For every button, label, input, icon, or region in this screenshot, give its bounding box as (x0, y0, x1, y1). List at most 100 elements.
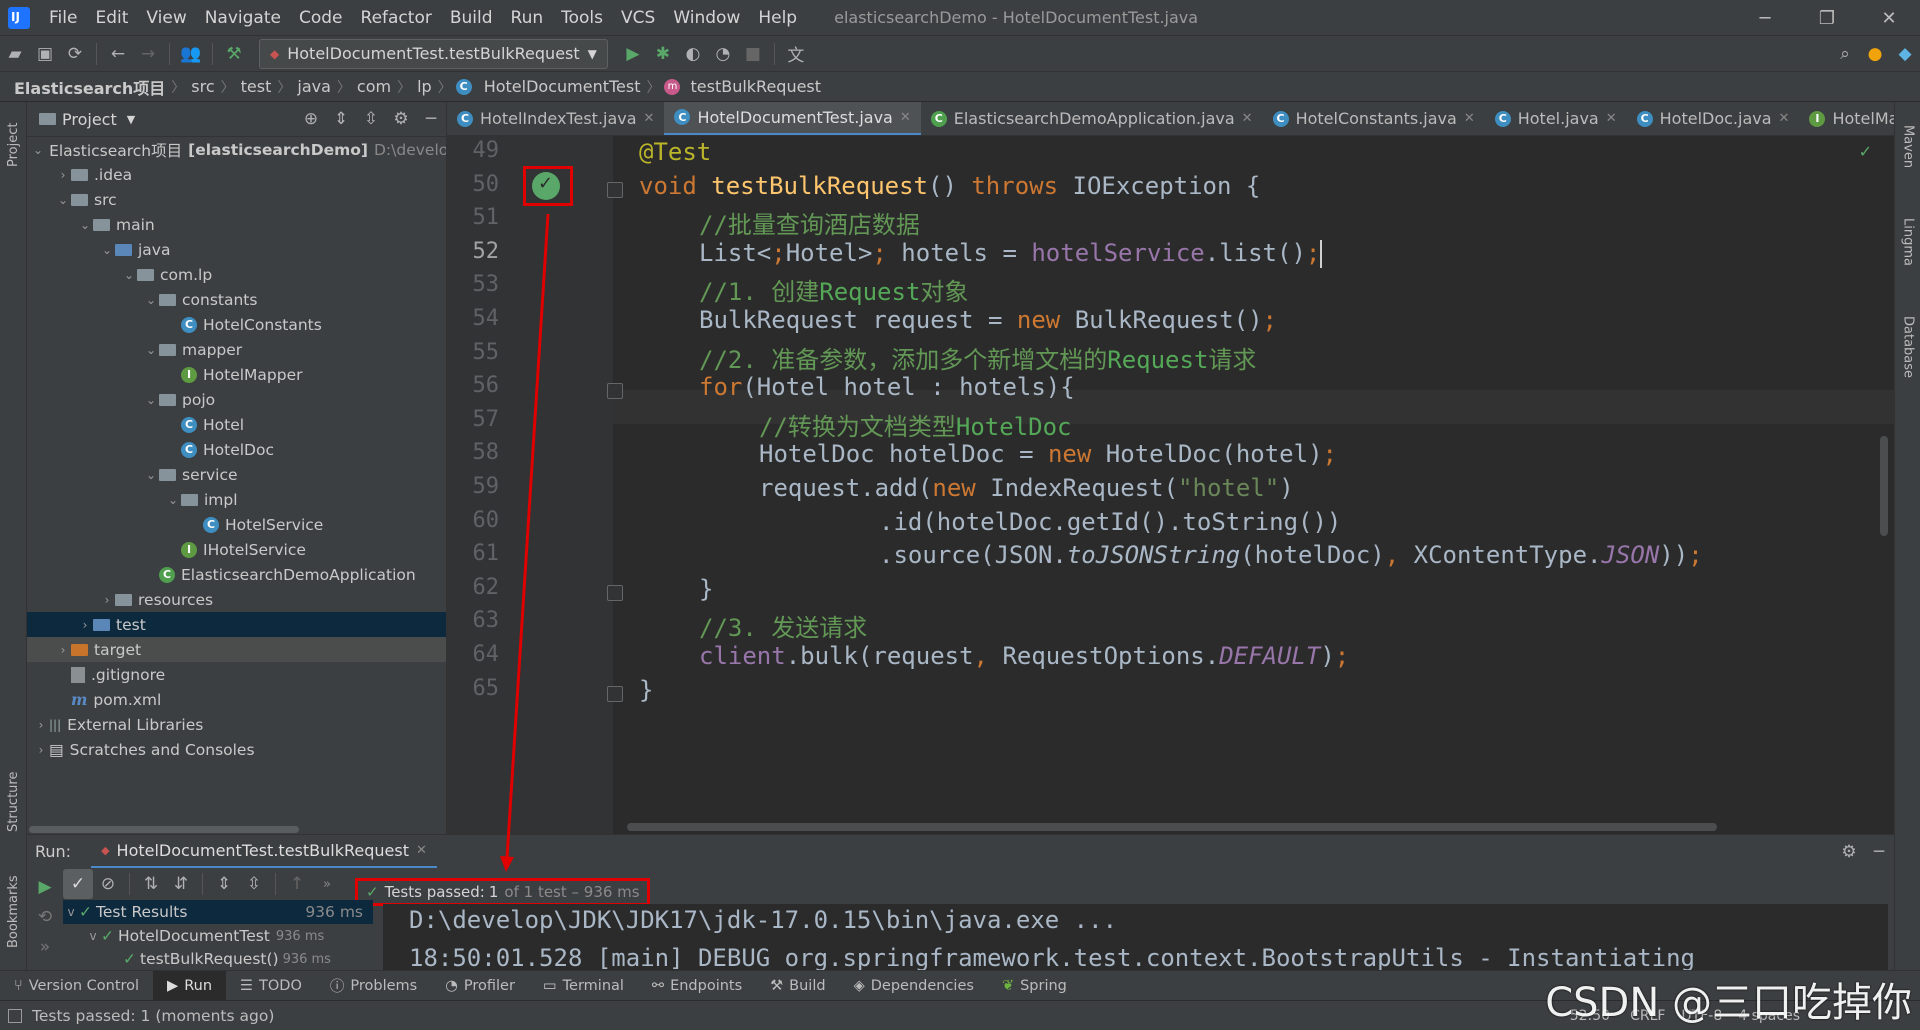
sort-alpha-icon[interactable]: ⇅ (136, 869, 166, 899)
structure-tool-tab[interactable]: Structure (0, 762, 27, 842)
expand-all-icon[interactable]: ⇕ (209, 869, 239, 899)
tree-item[interactable]: › resources (27, 587, 446, 612)
expand-arrow-icon[interactable]: › (99, 593, 115, 607)
tree-item[interactable]: › .idea (27, 162, 446, 187)
spring-tool[interactable]: ❦ Spring (988, 971, 1081, 1001)
crumb-method[interactable]: testBulkRequest (684, 77, 827, 96)
open-folder-icon[interactable]: ▰ (0, 39, 30, 69)
test-result-row[interactable]: v ✓ Test Results 936 ms (63, 900, 373, 924)
bookmarks-tool-tab[interactable]: Bookmarks (0, 867, 27, 957)
project-scrollbar[interactable] (27, 824, 446, 834)
close-tab-icon[interactable]: ✕ (416, 843, 427, 858)
sync-icon[interactable]: ⟳ (60, 39, 90, 69)
profiler-tool[interactable]: ◔ Profiler (431, 971, 529, 1001)
minimize-icon[interactable]: ─ (1734, 0, 1796, 36)
inspection-ok-icon[interactable]: ✓ (1859, 142, 1872, 161)
maven-tool-tab[interactable]: Maven (1895, 112, 1920, 182)
hammer-icon[interactable]: ⚒ (219, 39, 249, 69)
prev-failed-icon[interactable]: ↑ (282, 869, 312, 899)
rerun-icon[interactable]: ▶ (30, 872, 60, 902)
close-tab-icon[interactable]: ✕ (1606, 111, 1617, 126)
expand-arrow-icon[interactable]: › (55, 168, 71, 182)
tree-item[interactable]: C HotelDoc (27, 437, 446, 462)
menu-window[interactable]: Window (664, 0, 749, 36)
debug-icon[interactable]: ✱ (648, 39, 678, 69)
database-tool-tab[interactable]: Database (1895, 302, 1920, 392)
tree-item[interactable]: ⌄ java (27, 237, 446, 262)
build-tool[interactable]: ⚒ Build (756, 971, 839, 1001)
run-tool[interactable]: ▶ Run (153, 970, 227, 1001)
lingma-tool-tab[interactable]: Lingma (1895, 202, 1920, 282)
crumb-com[interactable]: com (351, 77, 397, 96)
show-passed-icon[interactable]: ✓ (63, 869, 93, 899)
collapse-all-icon[interactable]: ⇳ (239, 869, 269, 899)
save-icon[interactable]: ▣ (30, 39, 60, 69)
crumb-src[interactable]: src (185, 77, 220, 96)
test-result-row[interactable]: ✓ testBulkRequest() 936 ms (63, 948, 373, 970)
expand-arrow-icon[interactable]: ⌄ (165, 493, 181, 507)
tab-hotel-constants[interactable]: C HotelConstants.java ✕ (1263, 102, 1485, 135)
menu-run[interactable]: Run (502, 0, 553, 36)
expand-all-icon[interactable]: ⇕ (326, 104, 356, 134)
menu-help[interactable]: Help (749, 0, 806, 36)
tree-item[interactable]: C HotelService (27, 512, 446, 537)
tree-item[interactable]: C Hotel (27, 412, 446, 437)
menu-tools[interactable]: Tools (552, 0, 612, 36)
run-tab[interactable]: ◆ HotelDocumentTest.testBulkRequest ✕ (91, 835, 437, 869)
run-config-selector[interactable]: ◆ HotelDocumentTest.testBulkRequest ▼ (259, 38, 608, 69)
update-icon[interactable]: ● (1860, 39, 1890, 69)
tab-elasticsearch-demo-application[interactable]: C ElasticsearchDemoApplication.java ✕ (921, 102, 1263, 135)
menu-navigate[interactable]: Navigate (196, 0, 290, 36)
expand-arrow-icon[interactable]: ⌄ (33, 143, 43, 157)
tree-item[interactable]: m pom.xml (27, 687, 446, 712)
close-tab-icon[interactable]: ✕ (1464, 111, 1475, 126)
expand-arrow-icon[interactable]: › (33, 743, 49, 757)
user-icon[interactable]: 👥 (176, 39, 206, 69)
tree-item[interactable]: ⌄ src (27, 187, 446, 212)
tree-item[interactable]: ⌄ constants (27, 287, 446, 312)
stop-icon[interactable]: ■ (738, 39, 768, 69)
fold-marker-icon[interactable] (607, 584, 623, 601)
endpoints-tool[interactable]: ⚯ Endpoints (638, 971, 756, 1001)
hide-icon[interactable]: ─ (416, 104, 446, 134)
run-console-output[interactable]: D:\develop\JDK\JDK17\jdk-17.0.15\bin\jav… (383, 904, 1888, 970)
show-ignored-icon[interactable]: ⊘ (93, 869, 123, 899)
forward-icon[interactable]: → (133, 39, 163, 69)
tree-item[interactable]: ⌄ main (27, 212, 446, 237)
gear-icon[interactable]: ⚙ (386, 104, 416, 134)
gear-icon[interactable]: ⚙ (1834, 837, 1864, 867)
todo-tool[interactable]: ☰ TODO (226, 971, 316, 1001)
menu-code[interactable]: Code (290, 0, 352, 36)
tree-item[interactable]: ⌄ service (27, 462, 446, 487)
expand-arrow-icon[interactable]: ⌄ (121, 268, 137, 282)
tab-hotel-document-test[interactable]: C HotelDocumentTest.java ✕ (664, 102, 921, 135)
tree-item[interactable]: ⌄ pojo (27, 387, 446, 412)
crumb-java[interactable]: java (291, 77, 337, 96)
collapse-all-icon[interactable]: ⇳ (356, 104, 386, 134)
fold-marker-icon[interactable] (607, 685, 623, 702)
expand-arrow-icon[interactable]: ⌄ (55, 193, 71, 207)
restore-icon[interactable]: ❐ (1796, 0, 1858, 36)
more-arrows-icon[interactable]: » (30, 932, 60, 962)
close-tab-icon[interactable]: ✕ (1242, 111, 1253, 126)
tree-item[interactable]: ⌄ com.lp (27, 262, 446, 287)
tab-hotel-mapper[interactable]: I HotelMa (1799, 102, 1894, 135)
expand-arrow-icon[interactable]: ⌄ (143, 468, 159, 482)
menu-file[interactable]: File (40, 0, 86, 36)
tree-item[interactable]: › target (27, 637, 446, 662)
menu-view[interactable]: View (137, 0, 195, 36)
dependencies-tool[interactable]: ◈ Dependencies (840, 971, 988, 1001)
expand-arrow-icon[interactable]: ⌄ (99, 243, 115, 257)
back-icon[interactable]: ← (103, 39, 133, 69)
run-icon[interactable]: ▶ (618, 39, 648, 69)
tree-item[interactable]: ⌄ mapper (27, 337, 446, 362)
expand-arrow-icon[interactable]: ⌄ (77, 218, 93, 232)
menu-edit[interactable]: Edit (86, 0, 137, 36)
search-icon[interactable]: ⌕ (1830, 39, 1860, 69)
expand-arrow-icon[interactable]: ⌄ (143, 393, 159, 407)
tree-item[interactable]: › ||| External Libraries (27, 712, 446, 737)
crumb-class[interactable]: HotelDocumentTest (478, 77, 647, 96)
code-editor[interactable]: 49 50 51 52 53 54 55 56 57 58 59 60 61 62 63 64 65 @Test… (447, 136, 1894, 834)
tree-item[interactable]: I HotelMapper (27, 362, 446, 387)
coverage-icon[interactable]: ◐ (678, 39, 708, 69)
